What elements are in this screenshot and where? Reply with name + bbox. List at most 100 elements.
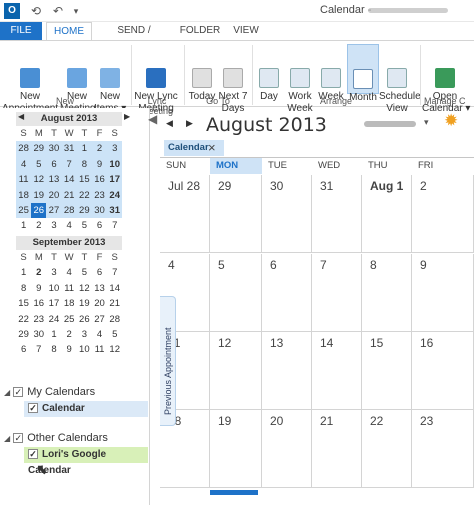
previous-appointment-button[interactable]: Previous Appointment [160,296,176,426]
mini-calendar-day[interactable]: 31 [61,141,77,157]
mini-calendar-day[interactable]: 27 [46,202,62,219]
month-day-cell[interactable]: 22 [362,410,412,488]
mini-calendar-day[interactable]: 6 [92,218,107,233]
mini-calendar-day[interactable]: 6 [16,342,31,357]
mini-calendar-day[interactable]: 4 [16,156,32,173]
month-day-cell[interactable]: 19 [210,410,262,488]
mini-calendar-day[interactable]: 22 [16,312,31,327]
month-day-cell[interactable]: 5 [210,254,262,332]
mini-calendar-day[interactable]: 2 [91,141,108,157]
month-day-cell[interactable]: Aug 1 [362,175,412,253]
calendar-checkbox[interactable]: ✓ [28,403,38,414]
mini-calendar-day[interactable]: 31 [107,202,123,219]
mini-calendar-day[interactable]: 9 [91,156,108,173]
my-calendars-group[interactable]: ◢ ✓ My Calendars [4,383,148,401]
mini-calendar-day[interactable]: 11 [16,172,32,188]
collapse-arrow-icon[interactable]: ◢ [4,388,10,397]
month-day-cell[interactable]: 9 [412,254,474,332]
mini-calendar-day[interactable]: 19 [31,187,47,203]
other-calendars-checkbox[interactable]: ✓ [13,433,24,444]
mini-calendar-day[interactable]: 23 [31,312,46,327]
next-month-arrow-icon[interactable]: ▶ [124,112,130,121]
month-day-cell[interactable]: 31 [312,175,362,253]
mini-calendar-day[interactable]: 18 [16,187,32,203]
mini-calendar-day[interactable]: 4 [62,265,77,280]
mini-calendar-day[interactable]: 1 [46,327,61,342]
mini-calendar-day[interactable]: 22 [76,187,92,203]
close-tab-icon[interactable]: × [208,140,216,156]
month-day-cell[interactable]: 20 [262,410,312,488]
mini-calendar-day[interactable]: 23 [91,187,108,203]
collapse-pane-arrow-icon[interactable]: ◀ [148,112,157,126]
mini-calendar-day[interactable]: 3 [46,265,61,280]
mini-calendar-day[interactable]: 5 [77,218,92,233]
mini-calendar-day[interactable]: 7 [61,156,77,173]
mini-calendar-day[interactable]: 13 [92,281,107,296]
mini-calendar-day[interactable]: 3 [77,327,92,342]
mini-calendar-day[interactable]: 26 [31,202,47,219]
mini-calendar-day[interactable]: 29 [31,141,47,157]
mini-calendar-day[interactable]: 1 [16,265,31,280]
undo-icon[interactable]: ↶ [50,3,66,19]
month-day-cell[interactable]: Jul 28 [160,175,210,253]
send-receive-icon[interactable]: ⟲ [28,3,44,19]
mini-calendar-day[interactable]: 7 [31,342,46,357]
month-day-cell[interactable]: 16 [412,332,474,410]
mini-calendar-day[interactable]: 29 [76,202,92,219]
mini-calendar-day[interactable]: 24 [46,312,61,327]
mini-calendar-day[interactable]: 21 [61,187,77,203]
month-day-cell[interactable]: 23 [412,410,474,488]
mini-calendar-day[interactable]: 17 [46,296,61,311]
prev-period-icon[interactable]: ◀ [166,118,173,129]
mini-calendar-day[interactable]: 1 [76,141,92,157]
mini-calendar-day[interactable]: 9 [62,342,77,357]
mini-calendar-day[interactable]: 2 [62,327,77,342]
mini-calendar-day[interactable]: 5 [31,156,47,173]
mini-calendar-day[interactable]: 2 [31,265,46,280]
mini-calendar-day[interactable]: 28 [107,312,122,327]
mini-calendar-day[interactable]: 12 [77,281,92,296]
mini-calendar-day[interactable]: 8 [46,342,61,357]
prev-month-arrow-icon[interactable]: ◀ [18,112,24,121]
location-dropdown-icon[interactable]: ▾ [424,117,429,128]
mini-calendar-day[interactable]: 30 [91,202,108,219]
mini-calendar-day[interactable]: 30 [31,327,46,342]
mini-calendar-day[interactable]: 15 [76,172,92,188]
month-view-button[interactable]: Month [347,44,379,103]
mini-calendar-day[interactable]: 19 [77,296,92,311]
tab-file[interactable]: FILE [0,22,42,40]
mini-calendar-day[interactable]: 3 [46,218,61,233]
mini-calendar-day[interactable]: 16 [91,172,108,188]
mini-calendar-day[interactable]: 3 [107,141,123,157]
mini-calendar-day[interactable]: 9 [31,281,46,296]
mini-calendar-day[interactable]: 14 [61,172,77,188]
month-day-cell[interactable]: 30 [262,175,312,253]
mini-calendar-day[interactable]: 7 [107,218,122,233]
month-day-cell[interactable]: 8 [362,254,412,332]
week-view-button[interactable]: Week [316,44,346,103]
day-view-button[interactable]: Day [256,44,282,103]
mini-calendar-day[interactable]: 8 [16,281,31,296]
mini-calendar-day[interactable]: 16 [31,296,46,311]
month-day-cell[interactable]: 7 [312,254,362,332]
mini-calendar-day[interactable]: 8 [76,156,92,173]
mini-calendar-day[interactable]: 26 [77,312,92,327]
month-day-cell[interactable]: 13 [262,332,312,410]
my-calendars-checkbox[interactable]: ✓ [13,387,24,398]
mini-calendar-day[interactable]: 13 [46,172,62,188]
mini-calendar-day[interactable]: 17 [107,172,123,188]
mini-calendar-day[interactable]: 10 [107,156,123,173]
google-calendar-checkbox[interactable]: ✓ [28,449,38,460]
mini-calendar-day[interactable]: 21 [107,296,122,311]
mini-calendar-day[interactable]: 11 [92,342,107,357]
mini-calendar-day[interactable]: 25 [16,202,32,219]
mini-calendar-day[interactable]: 20 [46,187,62,203]
month-day-cell[interactable]: 21 [312,410,362,488]
month-day-cell[interactable]: 2 [412,175,474,253]
today-button[interactable]: Today [186,44,218,103]
tab-send-receive[interactable]: SEND / RECEIVE [98,22,170,54]
month-day-cell[interactable]: 15 [362,332,412,410]
mini-calendar-day[interactable]: 29 [16,327,31,342]
month-day-cell[interactable]: 29 [210,175,262,253]
mini-calendar-day[interactable]: 12 [31,172,47,188]
